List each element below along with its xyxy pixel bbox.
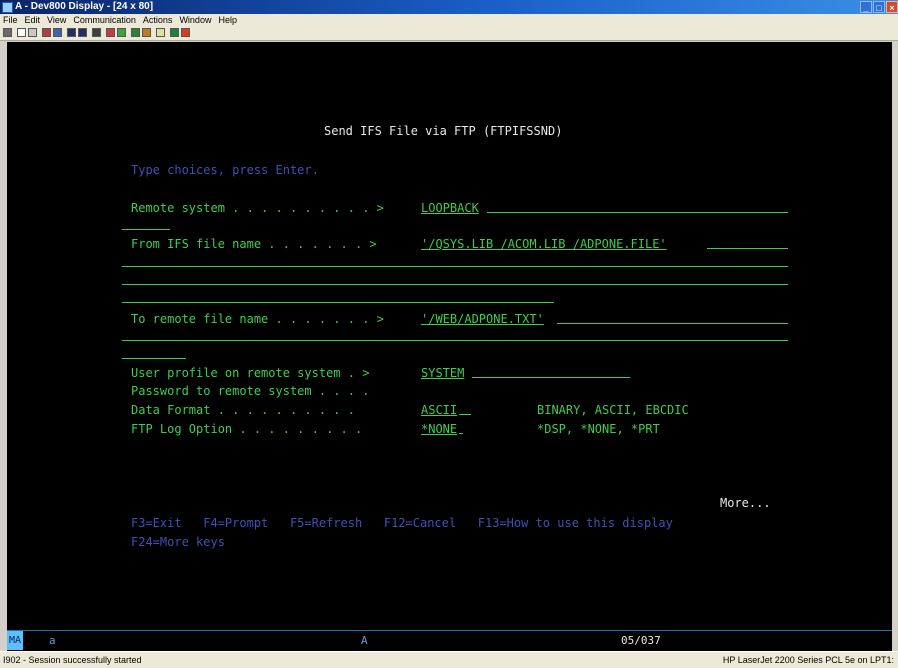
function-keys-line-1[interactable]: F3=Exit F4=Prompt F5=Refresh F12=Cancel … <box>131 516 673 530</box>
status-bar: I902 - Session successfully started HP L… <box>0 651 898 668</box>
menu-view[interactable]: View <box>47 14 66 26</box>
from-ifs-field-underline[interactable] <box>707 248 788 249</box>
to-remote-field-line-2[interactable] <box>122 340 788 341</box>
send-icon[interactable] <box>42 28 51 37</box>
keypad-icon[interactable] <box>142 28 151 37</box>
display-icon[interactable] <box>67 28 76 37</box>
copy-icon[interactable] <box>17 28 26 37</box>
macro-play-icon[interactable] <box>117 28 126 37</box>
ftp-log-choices: *DSP, *NONE, *PRT <box>537 422 660 436</box>
display-alt-icon[interactable] <box>78 28 87 37</box>
oia-indicator: MA <box>7 631 23 650</box>
ftp-log-field-underline[interactable] <box>459 433 463 434</box>
window-title: A - Dev800 Display - [24 x 80] <box>15 1 154 12</box>
remote-system-field-cont[interactable] <box>122 229 170 230</box>
title-bar[interactable]: A - Dev800 Display - [24 x 80] _ □ × <box>0 0 898 14</box>
menu-help[interactable]: Help <box>218 14 237 26</box>
to-remote-field[interactable]: '/WEB/ADPONE.TXT' <box>421 312 544 326</box>
receive-icon[interactable] <box>53 28 62 37</box>
macro-icon[interactable] <box>106 28 115 37</box>
function-keys-line-2[interactable]: F24=More keys <box>131 535 225 549</box>
user-profile-label: User profile on remote system . > <box>131 366 370 380</box>
app-icon[interactable] <box>2 2 13 13</box>
user-profile-field-underline[interactable] <box>472 377 630 378</box>
remote-system-label: Remote system . . . . . . . . . . > <box>131 201 384 215</box>
ftp-log-field[interactable]: *NONE <box>421 422 457 436</box>
data-format-choices: BINARY, ASCII, EBCDIC <box>537 403 689 417</box>
record-icon[interactable] <box>92 28 101 37</box>
from-ifs-label: From IFS file name . . . . . . . > <box>131 237 377 251</box>
status-message: I902 - Session successfully started <box>3 655 142 665</box>
paste-icon[interactable] <box>28 28 37 37</box>
oia-session: a <box>49 634 56 647</box>
map-icon[interactable] <box>156 28 165 37</box>
data-format-label: Data Format . . . . . . . . . . <box>131 403 355 417</box>
from-ifs-field-line-3[interactable] <box>122 284 788 285</box>
password-field[interactable] <box>421 384 481 398</box>
terminal-screen[interactable]: Send IFS File via FTP (FTPIFSSND) Type c… <box>7 42 892 630</box>
menu-bar: File Edit View Communication Actions Window He… <box>0 14 898 26</box>
close-button[interactable]: × <box>886 1 898 13</box>
to-remote-label: To remote file name . . . . . . . > <box>131 312 384 326</box>
oia-mode: A <box>361 634 368 647</box>
printer-status: HP LaserJet 2200 Series PCL 5e on LPT1: <box>722 655 894 665</box>
screen-title: Send IFS File via FTP (FTPIFSSND) <box>324 124 563 138</box>
menu-file[interactable]: File <box>3 14 18 26</box>
more-indicator: More... <box>720 496 771 510</box>
to-remote-field-line-3[interactable] <box>122 358 186 359</box>
instruction-text: Type choices, press Enter. <box>131 163 319 177</box>
minimize-button[interactable]: _ <box>860 1 872 13</box>
from-ifs-field-line-4[interactable] <box>122 302 554 303</box>
print-screen-icon[interactable] <box>3 28 12 37</box>
data-format-field[interactable]: ASCII <box>421 403 457 417</box>
from-ifs-field[interactable]: '/QSYS.LIB /ACOM.LIB /ADPONE.FILE' <box>421 237 667 251</box>
menu-communication[interactable]: Communication <box>73 14 136 26</box>
operator-info-area: MA a A 05/037 <box>7 630 892 651</box>
support-icon[interactable] <box>181 28 190 37</box>
customize-icon[interactable] <box>131 28 140 37</box>
remote-system-field[interactable]: LOOPBACK <box>421 201 479 215</box>
maximize-button[interactable]: □ <box>873 1 885 13</box>
menu-window[interactable]: Window <box>179 14 211 26</box>
oia-cursor-position: 05/037 <box>621 634 661 647</box>
ftp-log-label: FTP Log Option . . . . . . . . . <box>131 422 363 436</box>
toolbar <box>0 26 898 41</box>
remote-system-field-underline[interactable] <box>487 212 788 213</box>
menu-edit[interactable]: Edit <box>25 14 41 26</box>
password-label: Password to remote system . . . . <box>131 384 370 398</box>
data-format-field-underline[interactable] <box>459 414 471 415</box>
to-remote-field-underline[interactable] <box>557 323 788 324</box>
color-icon[interactable] <box>170 28 179 37</box>
user-profile-field[interactable]: SYSTEM <box>421 366 464 380</box>
menu-actions[interactable]: Actions <box>143 14 173 26</box>
from-ifs-field-line-2[interactable] <box>122 266 788 267</box>
